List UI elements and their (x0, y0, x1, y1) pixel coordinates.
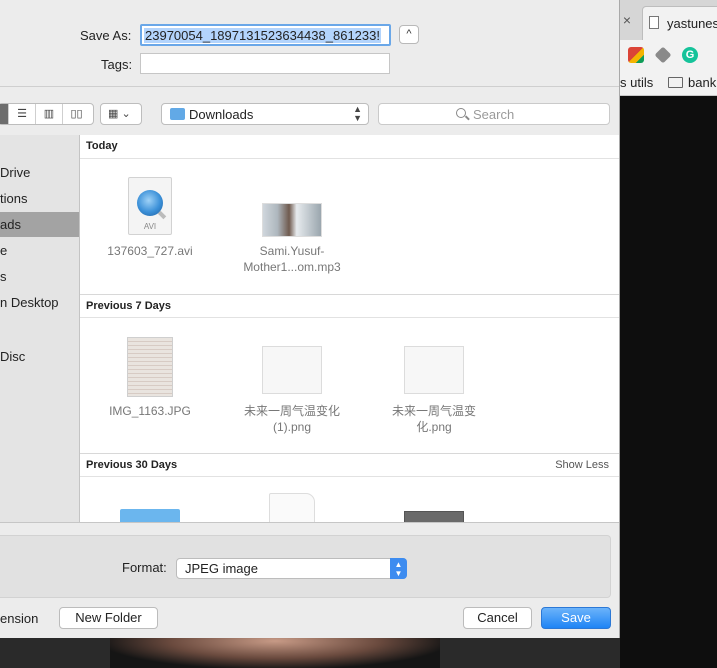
file-item-image[interactable] (374, 507, 494, 522)
file-name-line-2: (1).png (272, 420, 312, 434)
browser-tab[interactable]: yastunes (642, 6, 717, 40)
popup-arrows-icon: ▲ ▼ (353, 104, 362, 123)
file-name-line-1: Sami.Yusuf- (259, 244, 325, 258)
hide-extension-checkbox[interactable]: ension (0, 611, 38, 626)
file-item-png-2[interactable]: 未来一周气温变 化.png (374, 335, 494, 435)
quicktime-icon (137, 190, 163, 216)
tab-close-icon[interactable]: × (620, 12, 634, 28)
expand-dialog-button[interactable]: ^ (399, 25, 419, 44)
list-view-button[interactable]: ☰ (9, 104, 36, 124)
column-view-button[interactable]: ▥ (36, 104, 63, 124)
downloads-folder-icon (170, 108, 185, 120)
bookmark-bank[interactable]: bank (688, 75, 716, 90)
image-thumbnail (404, 511, 464, 522)
sidebar-item-disc[interactable]: Disc (0, 345, 79, 369)
location-label: Downloads (189, 107, 254, 122)
save-as-label: Save As: (80, 28, 132, 43)
quicktime-video-icon: AVI (128, 177, 172, 235)
file-item-avi[interactable]: AVI 137603_727.avi (90, 175, 210, 265)
save-button[interactable]: Save (541, 607, 611, 629)
show-less-link[interactable]: Show Less (555, 459, 609, 471)
bookmark-utils[interactable]: s utils (620, 75, 653, 90)
file-name-line-2: 化.png (416, 420, 452, 434)
photo-thumbnail (127, 337, 173, 397)
file-browser: Today AVI 137603_727.avi Sami.Yusuf- Mot… (80, 135, 619, 522)
arrange-button[interactable]: ▦ ⌄ (100, 103, 142, 125)
popup-arrows-icon: ▲ ▼ (390, 558, 407, 579)
view-mode-control[interactable]: ☰ ▥ ▯▯ (0, 103, 94, 125)
cover-flow-button[interactable]: ▯▯ (63, 104, 90, 124)
chart-thumbnail (404, 346, 464, 394)
icon-view-button[interactable] (0, 104, 9, 124)
group-title: Today (86, 140, 118, 152)
location-popup[interactable]: Downloads ▲ ▼ (161, 103, 369, 125)
filename-input[interactable]: 23970054_1897131523634438_861233! (140, 24, 391, 46)
divider (0, 86, 619, 87)
file-item-png-1[interactable]: 未来一周气温变化 (1).png (232, 335, 352, 435)
sidebar: Drive tions ads e s n Desktop Disc (0, 135, 80, 522)
tags-input[interactable] (140, 53, 390, 74)
file-item-mp3[interactable]: Sami.Yusuf- Mother1...om.mp3 (232, 175, 352, 275)
sidebar-item-home[interactable]: e (0, 239, 79, 263)
file-item-document[interactable] (232, 491, 352, 522)
file-name-line-2: Mother1...om.mp3 (243, 260, 341, 274)
file-name-line-1: 未来一周气温变 (391, 404, 476, 418)
group-header-previous-30-days: Previous 30 Days Show Less (80, 453, 619, 477)
chart-thumbnail (262, 346, 322, 394)
sidebar-item-drive[interactable]: Drive (0, 161, 79, 185)
background-browser-window: × yastunes G s utils bank (620, 0, 717, 668)
format-value: JPEG image (185, 561, 258, 576)
cancel-button[interactable]: Cancel (463, 607, 532, 629)
folder-icon (120, 509, 180, 522)
sidebar-item-desktop[interactable]: n Desktop (0, 291, 79, 315)
tags-label: Tags: (101, 57, 133, 72)
group-header-today: Today (80, 135, 619, 159)
file-extension-label: AVI (143, 222, 157, 231)
search-placeholder: Search (473, 107, 515, 122)
group-title: Previous 7 Days (86, 300, 171, 312)
page-icon (649, 16, 659, 29)
sidebar-item-applications[interactable]: tions (0, 187, 79, 211)
google-drive-extension-icon[interactable] (628, 47, 644, 63)
bookmarks-bar: s utils bank (620, 70, 717, 96)
sidebar-item-downloads[interactable]: ads (0, 213, 79, 237)
document-icon (269, 493, 315, 522)
sidebar-item-documents[interactable]: s (0, 265, 79, 289)
file-name: IMG_1163.JPG (109, 404, 191, 418)
file-name: 137603_727.avi (107, 244, 193, 258)
dialog-footer: Format: JPEG image ▲ ▼ ension New Folder … (0, 522, 619, 638)
album-art-thumbnail (262, 203, 322, 237)
browser-tab-title: yastunes (667, 16, 717, 31)
file-item-jpg[interactable]: IMG_1163.JPG (90, 335, 210, 425)
browser-tab-strip: × yastunes (620, 0, 717, 40)
grammarly-extension-icon[interactable]: G (682, 47, 698, 63)
new-folder-button[interactable]: New Folder (59, 607, 158, 629)
group-header-previous-7-days: Previous 7 Days (80, 294, 619, 318)
save-dialog: Save As: 23970054_1897131523634438_86123… (0, 0, 620, 638)
background-photo (110, 638, 440, 668)
file-name-line-1: 未来一周气温变化 (243, 404, 340, 418)
filename-text[interactable]: 23970054_1897131523634438_861233! (144, 28, 381, 43)
file-item-folder[interactable] (90, 495, 210, 522)
group-title: Previous 30 Days (86, 459, 178, 471)
search-icon (456, 108, 466, 118)
folder-icon (668, 77, 683, 88)
format-popup[interactable]: JPEG image ▲ ▼ (176, 558, 407, 579)
format-label: Format: (122, 560, 167, 575)
search-input[interactable]: Search (378, 103, 610, 125)
